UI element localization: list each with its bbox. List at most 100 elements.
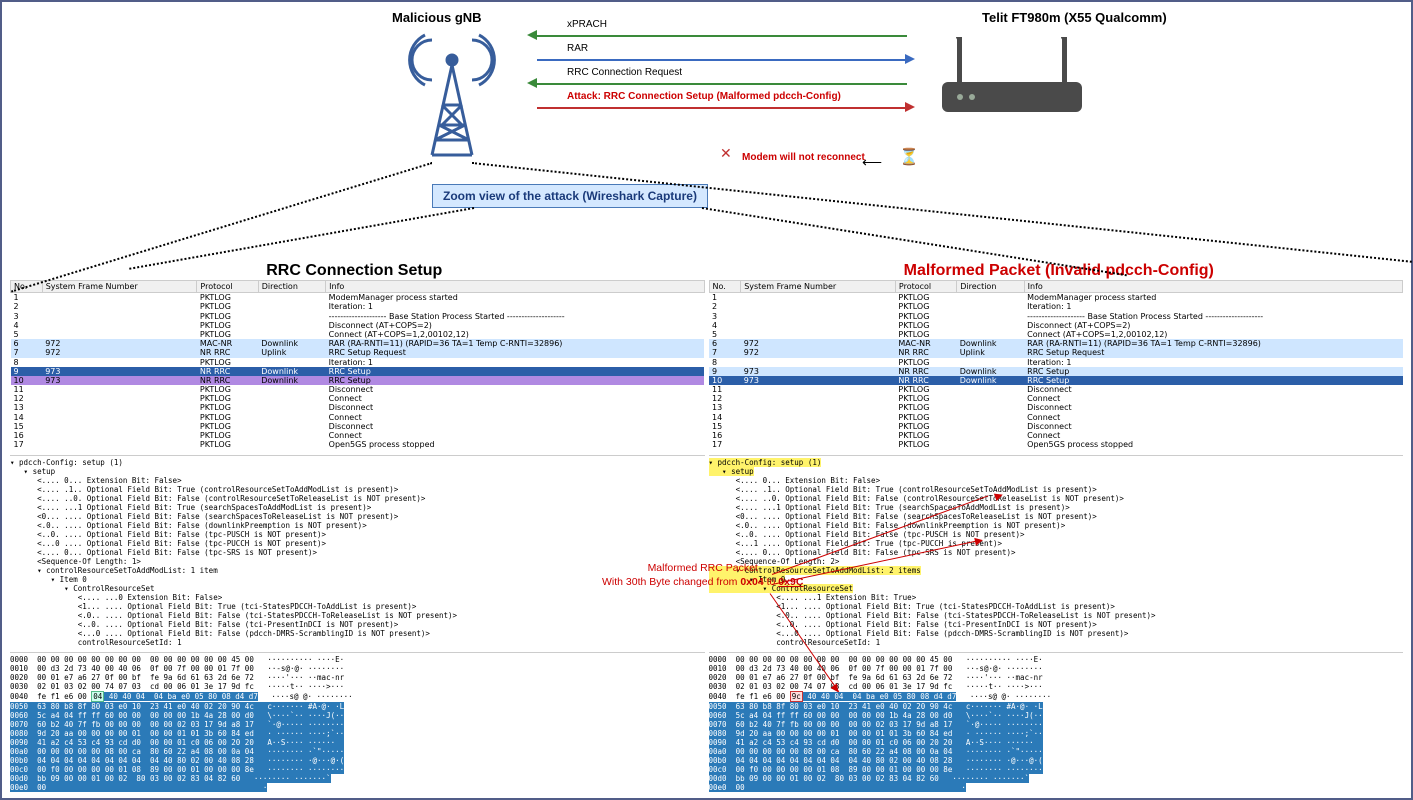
tree-line: <.... 0... Extension Bit: False> <box>709 476 881 485</box>
table-row[interactable]: 15PKTLOGDisconnect <box>11 422 705 431</box>
arrow-head-icon <box>905 102 915 112</box>
arrow-line <box>537 107 907 109</box>
hex-mutated-byte: 9c <box>790 691 803 702</box>
table-row[interactable]: 14PKTLOGConnect <box>11 413 705 422</box>
panel-titles: RRC Connection Setup Malformed Packet (I… <box>2 262 1411 280</box>
arrow-head-icon <box>905 54 915 64</box>
tree-line: <0... .... Optional Field Bit: False (se… <box>709 512 1097 521</box>
callout-line2c: to <box>767 576 779 588</box>
arrow-head-icon <box>527 78 537 88</box>
tree-line: <.... .1.. Optional Field Bit: True (con… <box>709 485 1097 494</box>
tree-line: <...0 .... Optional Field Bit: False (pd… <box>709 629 1129 638</box>
table-row[interactable]: 1PKTLOGModemManager process started <box>11 293 705 303</box>
col-header[interactable]: Direction <box>258 281 325 293</box>
table-row[interactable]: 12PKTLOGConnect <box>11 394 705 403</box>
zoom-connector-right <box>472 162 1413 266</box>
table-row[interactable]: 7972NR RRCUplinkRRC Setup Request <box>11 348 705 357</box>
hourglass-icon: ⏳ <box>899 147 919 167</box>
panel-left: No.System Frame NumberProtocolDirectionI… <box>10 280 705 792</box>
wireshark-panels: No.System Frame NumberProtocolDirectionI… <box>2 280 1411 792</box>
arrow-line <box>537 59 907 61</box>
tree-line: ▾ setup <box>709 467 754 476</box>
table-row[interactable]: 6972MAC-NRDownlinkRAR (RA-RNTI=11) (RAPI… <box>11 339 705 348</box>
table-row[interactable]: 2PKTLOGIteration: 1 <box>709 302 1403 311</box>
hex-dump-left[interactable]: 0000 00 00 00 00 00 00 00 00 00 00 00 00… <box>10 652 705 792</box>
table-row[interactable]: 5PKTLOGConnect (AT+COPS=1,2,00102,12) <box>11 330 705 339</box>
table-row[interactable]: 2PKTLOGIteration: 1 <box>11 302 705 311</box>
col-header[interactable]: Info <box>326 281 704 293</box>
table-row[interactable]: 14PKTLOGConnect <box>709 413 1403 422</box>
table-row[interactable]: 15PKTLOGDisconnect <box>709 422 1403 431</box>
arrow-label: Attack: RRC Connection Setup (Malformed … <box>567 91 841 102</box>
panel-right: No.System Frame NumberProtocolDirectionI… <box>709 280 1404 792</box>
col-header[interactable]: Protocol <box>895 281 956 293</box>
table-row[interactable]: 9973NR RRCDownlinkRRC Setup <box>709 367 1403 376</box>
label-device: Telit FT980m (X55 Qualcomm) <box>982 10 1167 25</box>
table-row[interactable]: 3PKTLOG-------------------- Base Station… <box>11 312 705 321</box>
table-row[interactable]: 8PKTLOGIteration: 1 <box>709 358 1403 367</box>
zoom-caption: Zoom view of the attack (Wireshark Captu… <box>432 184 708 208</box>
tree-line: <.0.. .... Optional Field Bit: False (tc… <box>709 611 1156 620</box>
col-header[interactable]: Direction <box>957 281 1024 293</box>
cross-icon: ✕ <box>720 145 732 162</box>
table-row[interactable]: 17PKTLOGOpen5GS process stopped <box>709 440 1403 449</box>
table-row[interactable]: 12PKTLOGConnect <box>709 394 1403 403</box>
packet-table-right[interactable]: No.System Frame NumberProtocolDirectionI… <box>709 280 1404 449</box>
table-row[interactable]: 17PKTLOGOpen5GS process stopped <box>11 440 705 449</box>
tree-line: <1... .... Optional Field Bit: True (tci… <box>709 602 1115 611</box>
callout-line2a: With 30th Byte changed from <box>602 576 740 588</box>
callout-byte-from: 0x04 <box>740 576 763 588</box>
col-header[interactable]: No. <box>709 281 741 293</box>
table-row[interactable]: 9973NR RRCDownlinkRRC Setup <box>11 367 705 376</box>
table-row[interactable]: 3PKTLOG-------------------- Base Station… <box>709 312 1403 321</box>
table-row[interactable]: 13PKTLOGDisconnect <box>709 403 1403 412</box>
arrow-head-icon <box>527 30 537 40</box>
table-row[interactable]: 7972NR RRCUplinkRRC Setup Request <box>709 348 1403 357</box>
table-row[interactable]: 6972MAC-NRDownlinkRAR (RA-RNTI=11) (RAPI… <box>709 339 1403 348</box>
table-row[interactable]: 10973NR RRCDownlinkRRC Setup <box>11 376 705 385</box>
table-row[interactable]: 4PKTLOGDisconnect (AT+COPS=2) <box>11 321 705 330</box>
tree-line: frequencyDomainResources: ff ff 00 00 00… <box>709 647 1161 648</box>
table-row[interactable]: 10973NR RRCDownlinkRRC Setup <box>709 376 1403 385</box>
table-row[interactable]: 11PKTLOGDisconnect <box>709 385 1403 394</box>
tree-line: <.... ...1 Extension Bit: True> <box>709 593 917 602</box>
router-icon <box>932 37 1092 127</box>
label-malicious-gnb: Malicious gNB <box>392 10 482 25</box>
arrow-line <box>537 35 907 37</box>
packet-table-left[interactable]: No.System Frame NumberProtocolDirectionI… <box>10 280 705 449</box>
col-header[interactable]: System Frame Number <box>42 281 197 293</box>
decode-tree-right[interactable]: ▾ pdcch-Config: setup (1) ▾ setup <.... … <box>709 455 1404 648</box>
table-row[interactable]: 5PKTLOGConnect (AT+COPS=1,2,00102,12) <box>709 330 1403 339</box>
hex-dump-right[interactable]: 0000 00 00 00 00 00 00 00 00 00 00 00 00… <box>709 652 1404 792</box>
modem-warning: Modem will not reconnect <box>742 152 865 163</box>
msg-arrow: Attack: RRC Connection Setup (Malformed … <box>527 94 927 118</box>
tree-line: <.0.. .... Optional Field Bit: False (do… <box>709 521 1066 530</box>
arrow-label: RRC Connection Request <box>567 67 682 78</box>
tree-line: <..0. .... Optional Field Bit: False (tc… <box>709 620 1097 629</box>
col-header[interactable]: Protocol <box>197 281 258 293</box>
tree-line: <.... ...1 Optional Field Bit: True (sea… <box>709 503 1070 512</box>
decode-tree-left[interactable]: ▾ pdcch-Config: setup (1) ▾ setup <.... … <box>10 455 705 648</box>
tree-line: <.... 0... Optional Field Bit: False (tp… <box>709 548 1016 557</box>
title-rrc-setup: RRC Connection Setup <box>2 262 707 280</box>
table-row[interactable]: 16PKTLOGConnect <box>709 431 1403 440</box>
hex-mutated-byte: 04 <box>91 691 104 702</box>
table-row[interactable]: 1PKTLOGModemManager process started <box>709 293 1403 303</box>
table-row[interactable]: 4PKTLOGDisconnect (AT+COPS=2) <box>709 321 1403 330</box>
col-header[interactable]: Info <box>1024 281 1402 293</box>
callout-malformed: Malformed RRC Packet With 30th Byte chan… <box>602 562 803 589</box>
callout-arrowhead-2 <box>974 536 983 545</box>
table-row[interactable]: 11PKTLOGDisconnect <box>11 385 705 394</box>
col-header[interactable]: System Frame Number <box>741 281 896 293</box>
callout-line1: Malformed RRC Packet <box>648 562 758 574</box>
arrow-label: RAR <box>567 43 588 54</box>
table-row[interactable]: 8PKTLOGIteration: 1 <box>11 358 705 367</box>
table-row[interactable]: 16PKTLOGConnect <box>11 431 705 440</box>
tree-line: ▾ pdcch-Config: setup (1) <box>709 458 822 467</box>
tree-line: controlResourceSetId: 1 <box>709 638 881 647</box>
arrow-label: xPRACH <box>567 19 607 30</box>
diagram-page: Malicious gNB Telit FT980m (X55 Qualcomm… <box>2 2 1411 798</box>
tree-line: <.... ..0. Optional Field Bit: False (co… <box>709 494 1124 503</box>
table-row[interactable]: 13PKTLOGDisconnect <box>11 403 705 412</box>
result-arrow-icon: ⟵ <box>862 154 882 171</box>
